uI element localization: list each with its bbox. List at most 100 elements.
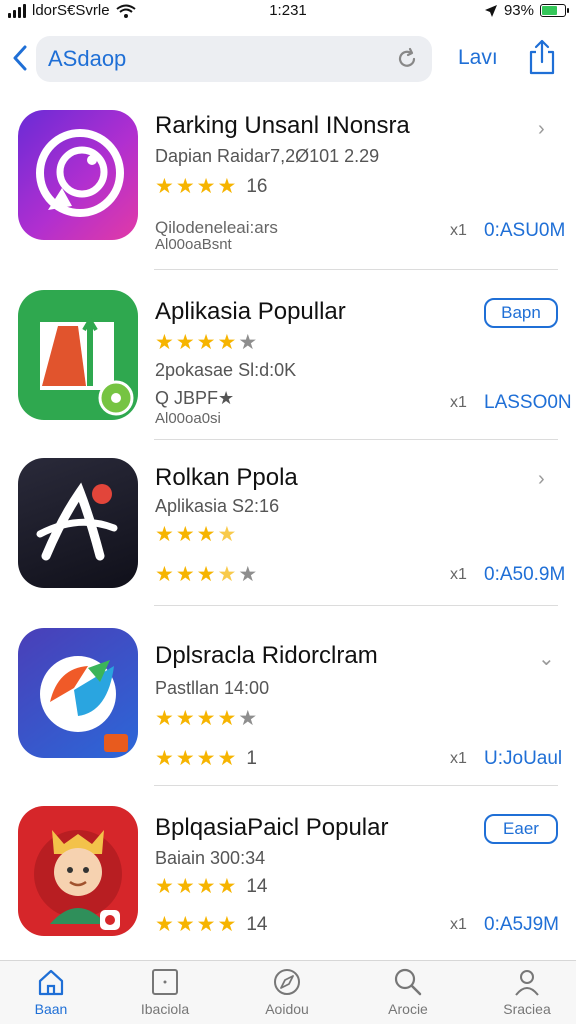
- search-field[interactable]: ASdaop: [36, 36, 432, 82]
- status-right: 93%: [484, 2, 569, 19]
- compass-icon: [274, 969, 300, 995]
- app-icon[interactable]: [18, 458, 138, 588]
- rating-count: 1: [246, 747, 257, 769]
- nav-right-link[interactable]: Lavı: [458, 46, 498, 70]
- app-icon[interactable]: [18, 806, 138, 936]
- rating-stars: ★ ★ ★ ★ ★: [155, 330, 257, 355]
- rating-count: 14: [246, 875, 268, 897]
- app-list: Rarking Unsanl INonsra Dapian Raidar7,2Ø…: [0, 96, 576, 956]
- rating-count: 16: [246, 175, 268, 197]
- rating-stars-secondary: ★ ★ ★ ★ 14: [155, 912, 267, 937]
- instagram-like-icon: [36, 129, 124, 217]
- app-icon[interactable]: [18, 628, 138, 758]
- app-logo-icon: [40, 656, 128, 752]
- multiplier-label: x1: [450, 750, 467, 767]
- list-item[interactable]: Rolkan Ppola Aplikasia S2:16 ★ ★ ★ ★ ★ ★ ★ ★ ★ …: [0, 440, 576, 606]
- star-icon: ★: [155, 563, 174, 586]
- rating-count-secondary: 14: [246, 913, 268, 935]
- nav-bar: ASdaop Lavı: [0, 34, 576, 82]
- star-icon: ★: [196, 875, 216, 898]
- tab-label: Baan: [34, 1001, 68, 1017]
- tab-profile[interactable]: Sraciea: [477, 967, 576, 1017]
- multiplier-label: x1: [450, 222, 467, 239]
- list-item[interactable]: Rarking Unsanl INonsra Dapian Raidar7,2Ø…: [0, 96, 576, 270]
- star-icon: ★: [196, 707, 216, 730]
- battery-percent: 93%: [503, 2, 534, 19]
- app-title: Rarking Unsanl INonsra: [155, 112, 410, 139]
- app-size-link[interactable]: U:JoUaul: [484, 748, 562, 770]
- star-icon: ★: [196, 913, 216, 936]
- star-icon: ★: [155, 523, 174, 546]
- reload-icon: [398, 47, 416, 67]
- star-icon: ★: [155, 175, 174, 198]
- list-item[interactable]: BplqasiaPaicl Popular Eaer Baiain 300:34…: [0, 786, 576, 956]
- app-subtitle: Pastllan 14:00: [155, 678, 270, 698]
- app-size-link[interactable]: 0:A50.9M: [484, 564, 565, 586]
- star-icon: ★: [155, 747, 174, 770]
- share-icon: [529, 39, 555, 75]
- chevron-left-icon: [13, 45, 27, 71]
- star-icon: ★: [155, 707, 174, 730]
- get-button[interactable]: Bapn: [484, 298, 558, 328]
- rating-stars: ★ ★ ★ ★ ★: [155, 706, 257, 731]
- tab-label: Arocie: [388, 1001, 428, 1017]
- star-icon: ★: [217, 563, 237, 586]
- list-item[interactable]: Aplikasia Popullar Bapn ★ ★ ★ ★ ★ 2pokasae S…: [0, 270, 576, 440]
- tab-second[interactable]: Ibaciola: [115, 967, 215, 1017]
- star-icon: ★: [196, 175, 216, 198]
- star-empty-icon: ★: [238, 563, 258, 586]
- app-extra-line: Q JBPF★: [155, 388, 235, 408]
- star-icon: ★: [217, 175, 237, 198]
- tab-search[interactable]: Arocie: [358, 967, 458, 1017]
- search-text: ASdaop: [48, 46, 127, 71]
- rating-stars: ★ ★ ★ ★ 16: [155, 174, 267, 199]
- home-icon: [38, 969, 64, 996]
- app-subtitle: Dapian Raidar7,2Ø101 2.29: [155, 146, 380, 166]
- app-extra-line-2: Al00oa0si: [155, 410, 221, 427]
- tab-bar: Baan Ibaciola Aoidou Arocie Sraciea: [0, 960, 576, 1024]
- chevron-right-icon[interactable]: ›: [538, 468, 545, 491]
- star-icon: ★: [217, 523, 237, 546]
- multiplier-label: x1: [450, 566, 467, 583]
- app-title: Dplsracla Ridorclram: [155, 642, 378, 669]
- app-logo-icon: [40, 316, 134, 416]
- rating-stars-secondary: ★ ★ ★ ★ ★: [155, 562, 257, 587]
- app-size-link[interactable]: 0:ASU0M: [484, 220, 565, 242]
- chevron-right-icon[interactable]: ›: [538, 118, 545, 141]
- back-button[interactable]: [8, 40, 32, 76]
- location-arrow-icon: [484, 4, 497, 17]
- app-title: Aplikasia Popullar: [155, 298, 346, 325]
- share-button[interactable]: [526, 38, 558, 76]
- app-icon[interactable]: [18, 290, 138, 420]
- app-title: Rolkan Ppola: [155, 464, 298, 491]
- chevron-down-icon[interactable]: ⌄: [538, 646, 555, 671]
- star-icon: ★: [196, 331, 216, 354]
- tab-home[interactable]: Baan: [1, 967, 101, 1017]
- star-icon: ★: [196, 563, 216, 586]
- app-logo-icon: [36, 482, 118, 561]
- multiplier-label: x1: [450, 916, 467, 933]
- app-subtitle: 2pokasae Sl:d:0K: [155, 360, 297, 380]
- app-subtitle: Baiain 300:34: [155, 848, 266, 868]
- app-size-link[interactable]: LASSO0N: [484, 392, 572, 414]
- tab-label: Sraciea: [503, 1001, 551, 1017]
- app-icon[interactable]: [18, 110, 138, 240]
- star-icon: ★: [175, 331, 195, 354]
- tab-label: Aoidou: [265, 1001, 309, 1017]
- app-title: BplqasiaPaicl Popular: [155, 814, 389, 841]
- app-size-link[interactable]: 0:A5J9M: [484, 914, 559, 936]
- star-icon: ★: [155, 913, 174, 936]
- star-icon: ★: [175, 175, 195, 198]
- tab-third[interactable]: Aoidou: [237, 967, 337, 1017]
- star-icon: ★: [196, 747, 216, 770]
- star-icon: ★: [217, 707, 237, 730]
- person-icon: [515, 970, 539, 996]
- list-item[interactable]: Dplsracla Ridorclram Pastllan 14:00 ★ ★ ★ ★…: [0, 606, 576, 786]
- star-icon: ★: [217, 747, 237, 770]
- rating-stars-secondary: ★ ★ ★ ★ 1: [155, 746, 257, 771]
- star-icon: ★: [175, 707, 195, 730]
- rating-stars: ★ ★ ★ ★ 14: [155, 874, 267, 899]
- reload-button[interactable]: [394, 46, 420, 72]
- get-button[interactable]: Eaer: [484, 814, 558, 844]
- search-icon: [394, 968, 422, 996]
